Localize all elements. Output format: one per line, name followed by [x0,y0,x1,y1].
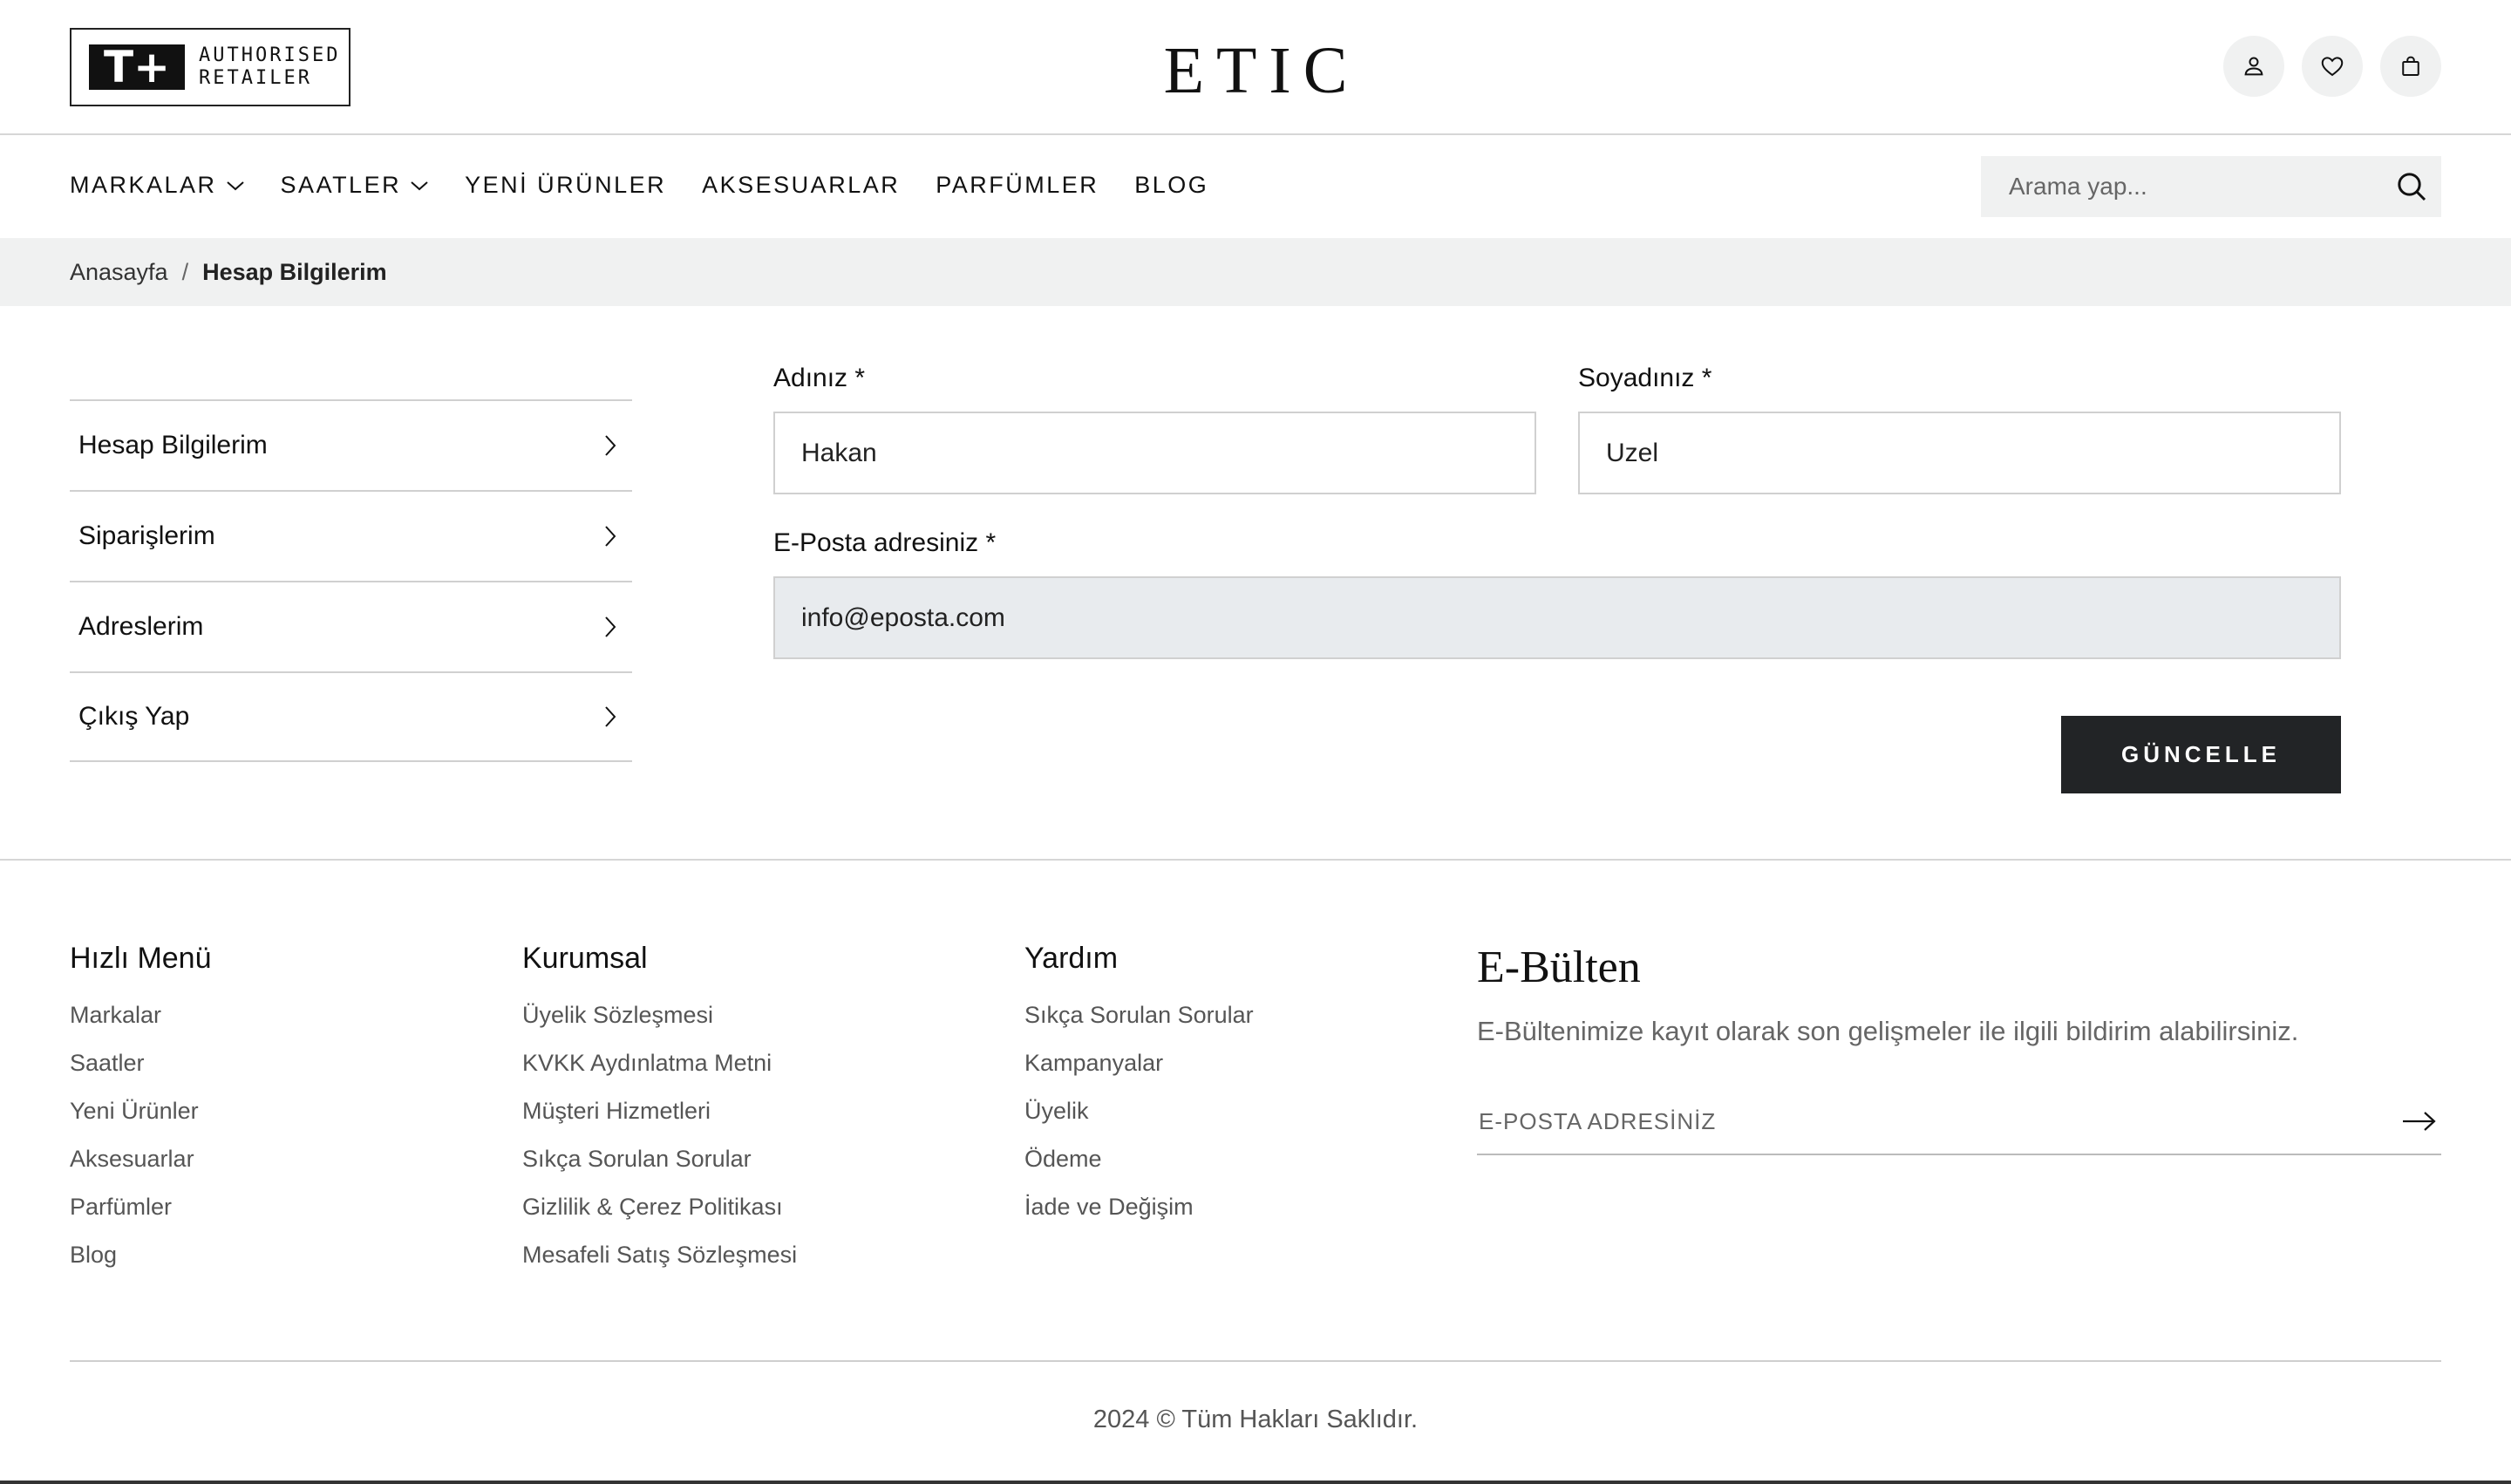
nav-item-saatler[interactable]: SAATLER [281,172,430,199]
page-bottom-border [0,1481,2511,1484]
footer-link[interactable]: Mesafeli Satış Sözleşmesi [522,1231,797,1279]
chevron-down-icon [411,180,428,190]
search-box [1981,156,2441,217]
sidebar-item-label: Çıkış Yap [78,702,190,731]
footer-help: Yardım Sıkça Sorulan Sorular Kampanyalar… [1024,942,1254,1231]
last-name-field[interactable] [1606,438,2339,468]
copyright-text: 2024 © Tüm Hakları Saklıdır. [1092,1406,1419,1433]
breadcrumb-current: Hesap Bilgilerim [202,258,387,285]
footer-newsletter: E-Bülten E-Bültenimize kayıt olarak son … [1477,942,2441,1155]
footer-link[interactable]: Üyelik Sözleşmesi [522,991,797,1039]
footer-corporate: Kurumsal Üyelik Sözleşmesi KVKK Aydınlat… [522,942,797,1279]
update-button[interactable]: GÜNCELLE [2061,716,2341,793]
email-label: E-Posta adresiniz * [773,528,997,557]
chevron-right-icon [605,616,616,637]
newsletter-form [1477,1089,2441,1155]
newsletter-description: E-Bültenimize kayıt olarak son gelişmele… [1477,1016,2299,1046]
chevron-right-icon [605,435,616,456]
nav-label: MARKALAR [70,172,217,198]
footer-link[interactable]: Sıkça Sorulan Sorular [522,1135,797,1183]
breadcrumb-separator: / [181,258,189,285]
nav-menu: MARKALAR SAATLER YENİ ÜRÜNLER AKSESUARLA… [70,172,1208,199]
search-icon[interactable] [2394,169,2429,204]
sidebar-item-cikis-yap[interactable]: Çıkış Yap [70,671,632,762]
footer-link[interactable]: Üyelik [1024,1087,1254,1135]
footer-link[interactable]: Gizlilik & Çerez Politikası [522,1183,797,1231]
sidebar-item-hesap-bilgilerim[interactable]: Hesap Bilgilerim [70,399,632,490]
breadcrumb-home-link[interactable]: Anasayfa [70,259,168,286]
site-header: T+ AUTHORISED RETAILER ETIC [0,0,2511,135]
nav-item-markalar[interactable]: MARKALAR [70,172,245,199]
footer-bottom-divider [70,1360,2441,1362]
footer-link[interactable]: Müşteri Hizmetleri [522,1087,797,1135]
first-name-field[interactable] [801,438,1534,468]
newsletter-title: E-Bülten [1477,943,1641,992]
search-input[interactable] [2009,173,2366,201]
nav-item-yeni-urunler[interactable]: YENİ ÜRÜNLER [465,172,666,199]
sidebar-item-siparislerim[interactable]: Siparişlerim [70,490,632,581]
footer-heading: Yardım [1024,942,1119,975]
nav-item-aksesuarlar[interactable]: AKSESUARLAR [702,172,900,199]
footer-divider [0,859,2511,861]
footer-link[interactable]: Markalar [70,991,212,1039]
last-name-label: Soyadınız * [1578,364,1712,392]
sidebar-item-adreslerim[interactable]: Adreslerim [70,581,632,671]
footer-link[interactable]: KVKK Aydınlatma Metni [522,1039,797,1087]
account-sidebar: Hesap Bilgilerim Siparişlerim Adreslerim… [70,399,632,762]
footer-link[interactable]: Sıkça Sorulan Sorular [1024,991,1254,1039]
arrow-right-icon[interactable] [2401,1109,2438,1133]
footer-link[interactable]: Saatler [70,1039,212,1087]
chevron-right-icon [605,706,616,727]
brand-logo[interactable]: ETIC [0,33,2511,109]
footer-link[interactable]: Aksesuarlar [70,1135,212,1183]
footer-link[interactable]: İade ve Değişim [1024,1183,1254,1231]
email-field-wrapper [773,576,2341,659]
nav-label: AKSESUARLAR [702,172,901,198]
sidebar-item-label: Adreslerim [78,612,204,641]
footer-link[interactable]: Kampanyalar [1024,1039,1254,1087]
user-icon [2244,57,2263,76]
heart-icon [2321,57,2344,77]
first-name-label: Adınız * [773,364,866,392]
nav-label: PARFÜMLER [936,172,1099,198]
email-field [801,602,2339,633]
nav-item-blog[interactable]: BLOG [1134,172,1208,199]
footer-link[interactable]: Ödeme [1024,1135,1254,1183]
sidebar-item-label: Hesap Bilgilerim [78,431,268,459]
account-button[interactable] [2223,36,2284,97]
nav-label: BLOG [1134,172,1209,198]
cart-button[interactable] [2380,36,2441,97]
nav-item-parfumler[interactable]: PARFÜMLER [936,172,1099,199]
footer-quick-menu: Hızlı Menü Markalar Saatler Yeni Ürünler… [70,942,212,1279]
footer-heading: Kurumsal [522,942,648,975]
breadcrumb: Anasayfa / Hesap Bilgilerim [0,238,2511,306]
footer-link[interactable]: Parfümler [70,1183,212,1231]
sidebar-item-label: Siparişlerim [78,521,215,550]
main-nav: MARKALAR SAATLER YENİ ÜRÜNLER AKSESUARLA… [0,137,2511,238]
last-name-field-wrapper [1578,412,2341,494]
footer-link[interactable]: Blog [70,1231,212,1279]
first-name-field-wrapper [773,412,1536,494]
nav-label: SAATLER [280,172,402,198]
shopping-bag-icon [2402,56,2419,76]
newsletter-email-input[interactable] [1479,1107,2263,1135]
footer-heading: Hızlı Menü [70,942,212,975]
footer-link[interactable]: Yeni Ürünler [70,1087,212,1135]
nav-label: YENİ ÜRÜNLER [465,172,667,198]
chevron-down-icon [226,180,244,190]
chevron-right-icon [605,526,616,547]
wishlist-button[interactable] [2302,36,2363,97]
